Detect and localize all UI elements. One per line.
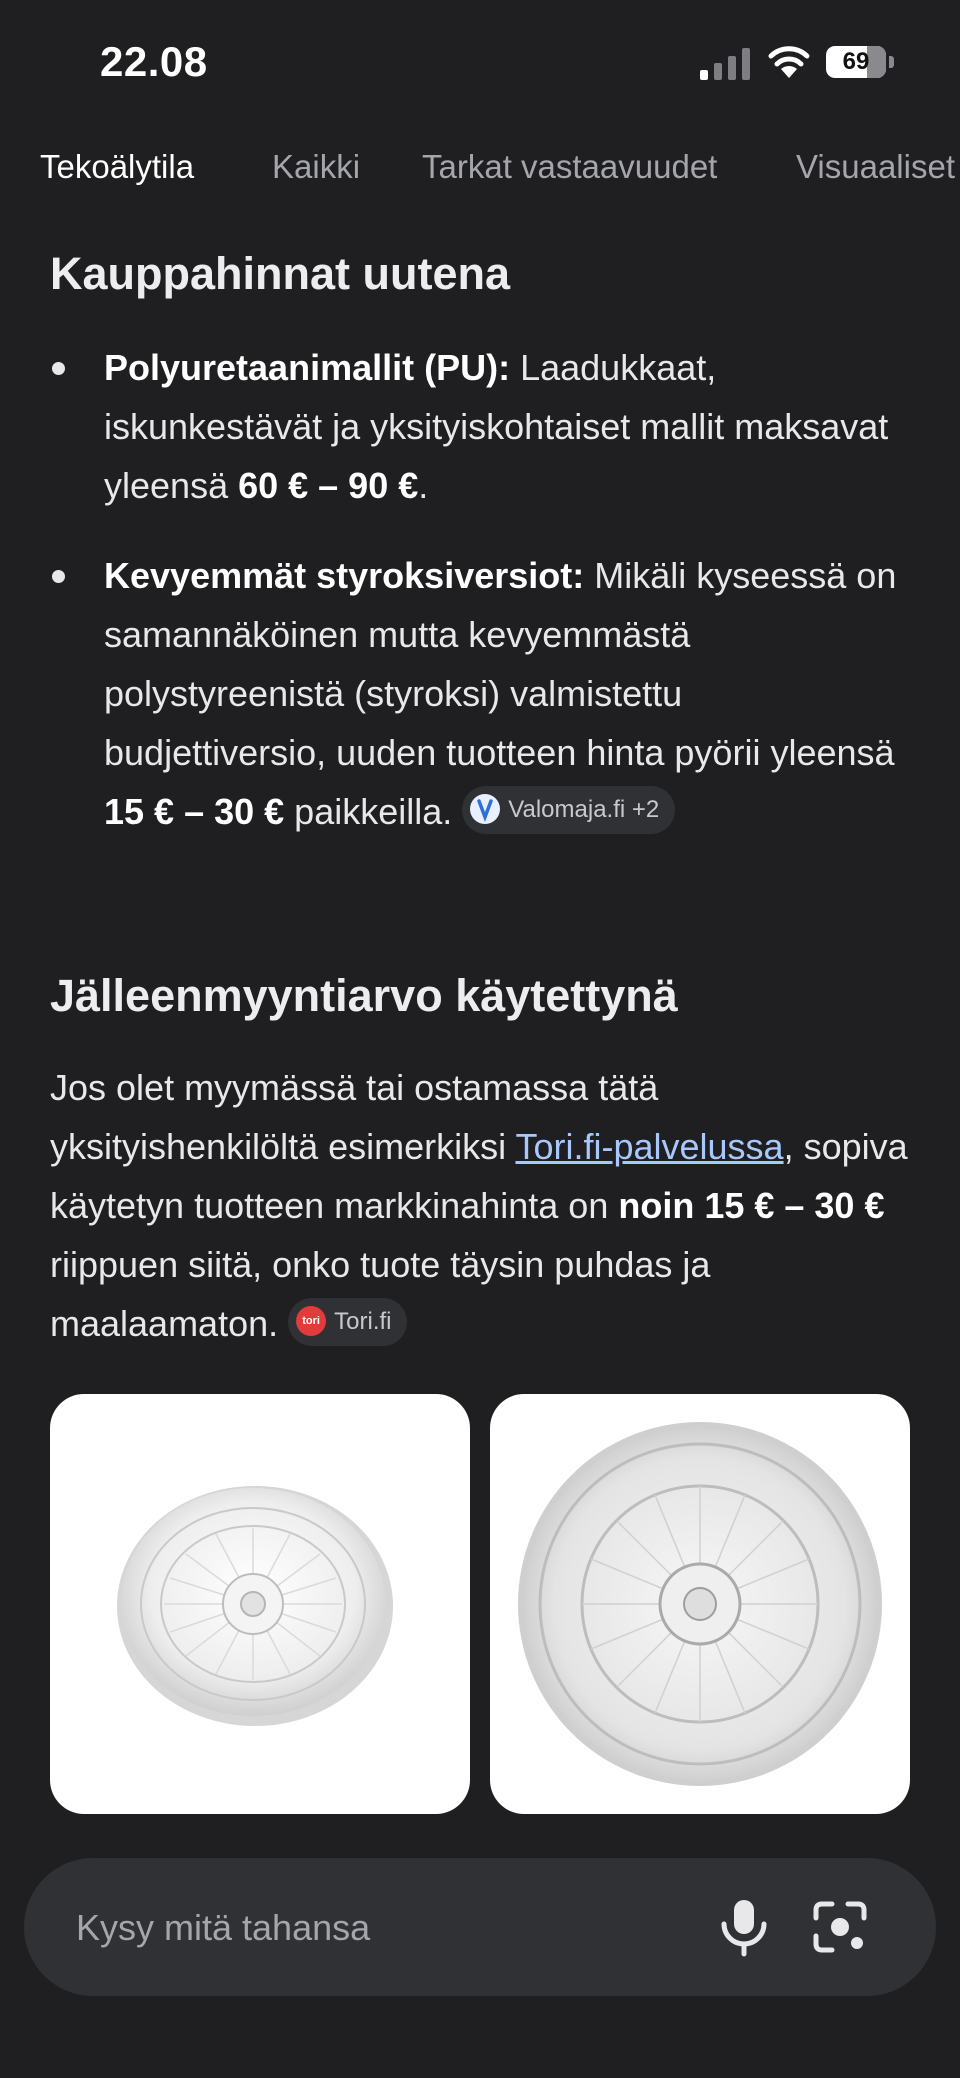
status-time: 22.08 xyxy=(100,38,208,85)
ask-anything-input[interactable] xyxy=(74,1902,678,1954)
bullet-dot xyxy=(52,570,65,583)
ceiling-rosette-picture xyxy=(117,1486,393,1726)
tori-logo-icon: tori xyxy=(296,1306,327,1337)
battery-icon: 69 xyxy=(826,46,896,78)
valomaja-icon xyxy=(470,794,501,825)
battery-level: 69 xyxy=(842,48,870,75)
source-chip-tori-label: Tori.fi xyxy=(334,1308,392,1336)
signal-icon xyxy=(700,48,750,80)
bullet-pu-strong: Polyuretaanimallit (PU): xyxy=(104,347,511,388)
source-chip-valomaja-label: Valomaja.fi +2 xyxy=(508,796,660,824)
bullet-styrox-versions: Kevyemmät styroksiversiot: Mikäli kysees… xyxy=(104,546,904,841)
ceiling-rosette-picture xyxy=(518,1422,882,1786)
resale-price: noin 15 € – 30 € xyxy=(618,1185,885,1226)
section-title-resale-value: Jälleenmyyntiarvo käytettynä xyxy=(50,970,678,1021)
wifi-icon xyxy=(768,46,810,78)
bullet-pu-end: . xyxy=(418,465,429,506)
lens-icon[interactable] xyxy=(810,1898,870,1956)
bullet-pu-models: Polyuretaanimallit (PU): Laadukkaat, isk… xyxy=(104,338,904,515)
bullet-styrox-strong: Kevyemmät styroksiversiot: xyxy=(104,555,585,596)
ceiling-rosette-image-1[interactable] xyxy=(50,1394,470,1814)
bullet-pu-price: 60 € – 90 € xyxy=(238,465,419,506)
tori-link[interactable]: Tori.fi-palvelussa xyxy=(515,1126,783,1167)
section-title-new-prices: Kauppahinnat uutena xyxy=(50,248,510,299)
search-tabs: Tekoälytila Kaikki Tarkat vastaavuudet V… xyxy=(0,148,960,202)
source-chip-valomaja[interactable]: Valomaja.fi +2 xyxy=(462,786,676,835)
tab-ai-mode[interactable]: Tekoälytila xyxy=(40,148,194,186)
mic-icon[interactable] xyxy=(714,1896,774,1958)
resale-paragraph: Jos olet myymässä tai ostamassa tätä yks… xyxy=(50,1058,920,1353)
tab-all[interactable]: Kaikki xyxy=(272,148,360,186)
bullet-styrox-price: 15 € – 30 € xyxy=(104,791,285,832)
ceiling-rosette-image-2[interactable] xyxy=(490,1394,910,1814)
status-bar: 22.08 69 xyxy=(0,0,960,120)
tab-exact-matches[interactable]: Tarkat vastaavuudet xyxy=(422,148,717,186)
tab-visual[interactable]: Visuaaliset xyxy=(796,148,955,186)
bullet-styrox-end: paikkeilla. xyxy=(284,791,453,832)
source-chip-tori[interactable]: tori Tori.fi xyxy=(288,1298,408,1347)
bullet-dot xyxy=(52,362,65,375)
ask-anything-bar xyxy=(24,1858,936,1996)
